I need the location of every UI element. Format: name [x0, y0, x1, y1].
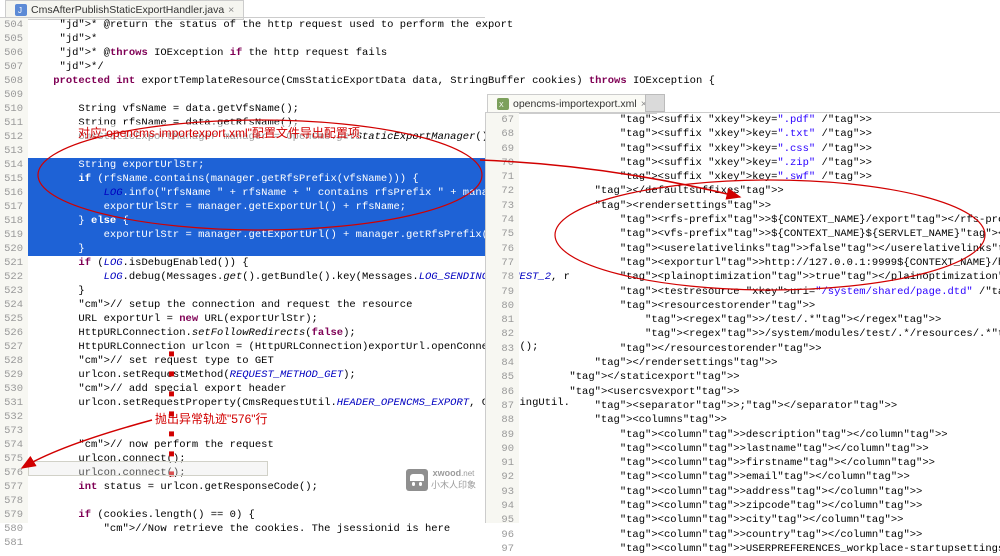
code-line[interactable]: "jd">* @throws IOException if the http r…	[28, 46, 485, 60]
code-line[interactable]: } else {	[28, 214, 485, 228]
code-line[interactable]: "tag"><regex"tag">>/test/.*"tag"></regex…	[519, 313, 1000, 327]
svg-text:J: J	[18, 6, 22, 15]
code-line[interactable]: LOG.debug(Messages.get().getBundle().key…	[28, 270, 485, 284]
code-line[interactable]: "tag"><suffix "xkey">key=".pdf" /"tag">>	[519, 113, 1000, 127]
code-line[interactable]	[28, 494, 485, 508]
code-line[interactable]: if (rfsName.contains(manager.getRfsPrefi…	[28, 172, 485, 186]
svg-text:X: X	[499, 102, 504, 109]
code-line[interactable]: "tag"><column"tag">>address"tag"></colum…	[519, 485, 1000, 499]
code-line[interactable]: "tag"><usercsvexport"tag">>	[519, 385, 1000, 399]
code-line[interactable]: if (cookies.length() == 0) {	[28, 508, 485, 522]
editor-tab-xml[interactable]: X opencms-importexport.xml ×	[487, 94, 657, 114]
code-line[interactable]: "tag"><plainoptimization"tag">>true"tag"…	[519, 270, 1000, 284]
code-line[interactable]: exportUrlStr = manager.getExportUrl() + …	[28, 200, 485, 214]
code-line[interactable]: "tag"><column"tag">>city"tag"></column"t…	[519, 513, 1000, 527]
code-line[interactable]: "tag"></staticexport"tag">>	[519, 370, 1000, 384]
code-line[interactable]	[28, 88, 485, 102]
code-line[interactable]: if (LOG.isDebugEnabled()) {	[28, 256, 485, 270]
code-line[interactable]: "tag"><userelativelinks"tag">>false"tag"…	[519, 242, 1000, 256]
watermark-logo-icon	[406, 469, 428, 491]
code-line[interactable]: "tag"></resourcestorender"tag">>	[519, 342, 1000, 356]
code-line[interactable]: "jd">*	[28, 32, 485, 46]
code-line[interactable]: exportUrlStr = manager.getExportUrl() + …	[28, 228, 485, 242]
code-line[interactable]: "tag"><column"tag">>email"tag"></column"…	[519, 470, 1000, 484]
code-line[interactable]: "cm">// setup the connection and request…	[28, 298, 485, 312]
tab-filename: opencms-importexport.xml	[513, 98, 637, 110]
tab-filename: CmsAfterPublishStaticExportHandler.java	[31, 4, 224, 16]
close-icon[interactable]: ×	[228, 4, 234, 16]
code-line[interactable]: "tag"><testresource "xkey">uri="/system/…	[519, 285, 1000, 299]
code-line[interactable]: "tag"><exporturl"tag">>http://127.0.0.1:…	[519, 256, 1000, 270]
annotation-config-note: 对应"opencms-importexport.xml"配置文件导出配置项	[78, 124, 360, 141]
code-line[interactable]: "tag"></rendersettings"tag">>	[519, 356, 1000, 370]
xml-editor-pane[interactable]: 6768697071727374757677787980818283848586…	[485, 112, 1000, 523]
code-line[interactable]: "tag"><suffix "xkey">key=".css" /"tag">>	[519, 142, 1000, 156]
code-line[interactable]: }	[28, 284, 485, 298]
code-line[interactable]: "cm">// now perform the request	[28, 438, 485, 452]
code-line[interactable]: "cm">//Now retrieve the cookies. The jse…	[28, 522, 485, 536]
watermark-site: xwood	[433, 468, 462, 478]
xml-code-area[interactable]: "tag"><suffix "xkey">key=".pdf" /"tag">>…	[519, 113, 1000, 523]
code-line[interactable]: "tag"><column"tag">>lastname"tag"></colu…	[519, 442, 1000, 456]
code-line[interactable]: HttpURLConnection urlcon = (HttpURLConne…	[28, 340, 485, 354]
tab-overflow[interactable]	[645, 94, 665, 112]
code-line[interactable]: "tag"><suffix "xkey">key=".swf" /"tag">>	[519, 170, 1000, 184]
java-code-area[interactable]: "jd">* @return the status of the http re…	[28, 18, 485, 523]
java-file-icon: J	[15, 4, 27, 16]
code-line[interactable]: urlcon.setRequestMethod(REQUEST_METHOD_G…	[28, 368, 485, 382]
code-line[interactable]: "tag"><separator"tag">>;"tag"></separato…	[519, 399, 1000, 413]
code-line[interactable]: protected int exportTemplateResource(Cms…	[28, 74, 485, 88]
code-line[interactable]: urlcon.setRequestProperty(CmsRequestUtil…	[28, 396, 485, 410]
watermark-sub: 小木人印象	[431, 480, 476, 490]
code-line[interactable]: "tag"><column"tag">>firstname"tag"></col…	[519, 456, 1000, 470]
code-line[interactable]	[28, 144, 485, 158]
code-line[interactable]: LOG.info("rfsName " + rfsName + " contai…	[28, 186, 485, 200]
line-gutter: 5045055065075085095105115125135145155165…	[0, 18, 28, 523]
code-line[interactable]: "cm">// add special export header	[28, 382, 485, 396]
line-gutter: 6768697071727374757677787980818283848586…	[486, 113, 519, 523]
code-line[interactable]: "tag"><rendersettings"tag">>	[519, 199, 1000, 213]
code-line[interactable]: "tag"><vfs-prefix"tag">>${CONTEXT_NAME}$…	[519, 227, 1000, 241]
code-line[interactable]	[28, 536, 485, 550]
code-line[interactable]: }	[28, 242, 485, 256]
watermark: xwood.net 小木人印象	[406, 468, 476, 491]
code-line[interactable]: "cm">// set request type to GET	[28, 354, 485, 368]
code-line[interactable]: "jd">* @return the status of the http re…	[28, 18, 485, 32]
code-line[interactable]: "jd">*/	[28, 60, 485, 74]
code-line[interactable]: "tag"><suffix "xkey">key=".txt" /"tag">>	[519, 127, 1000, 141]
code-line[interactable]: "tag"><column"tag">>description"tag"></c…	[519, 428, 1000, 442]
current-line-highlight	[28, 461, 268, 476]
code-line[interactable]: "tag"><suffix "xkey">key=".zip" /"tag">>	[519, 156, 1000, 170]
code-line[interactable]: String vfsName = data.getVfsName();	[28, 102, 485, 116]
java-editor-pane[interactable]: 5045055065075085095105115125135145155165…	[0, 17, 485, 523]
code-line[interactable]: "tag"><column"tag">>country"tag"></colum…	[519, 528, 1000, 542]
code-line[interactable]: "tag"><rfs-prefix"tag">>${CONTEXT_NAME}/…	[519, 213, 1000, 227]
code-line[interactable]: HttpURLConnection.setFollowRedirects(fal…	[28, 326, 485, 340]
code-line[interactable]: "tag"><column"tag">>zipcode"tag"></colum…	[519, 499, 1000, 513]
xml-file-icon: X	[497, 98, 509, 110]
code-line[interactable]: "tag"><regex"tag">>/system/modules/test/…	[519, 327, 1000, 341]
code-line[interactable]: URL exportUrl = new URL(exportUrlStr);	[28, 312, 485, 326]
code-line[interactable]: "tag"><column"tag">>USERPREFERENCES_work…	[519, 542, 1000, 556]
code-line[interactable]: "tag"><resourcestorender"tag">>	[519, 299, 1000, 313]
code-line[interactable]: "tag"></defaultsuffixes"tag">>	[519, 184, 1000, 198]
code-line[interactable]: String exportUrlStr;	[28, 158, 485, 172]
code-line[interactable]: "tag"><columns"tag">>	[519, 413, 1000, 427]
